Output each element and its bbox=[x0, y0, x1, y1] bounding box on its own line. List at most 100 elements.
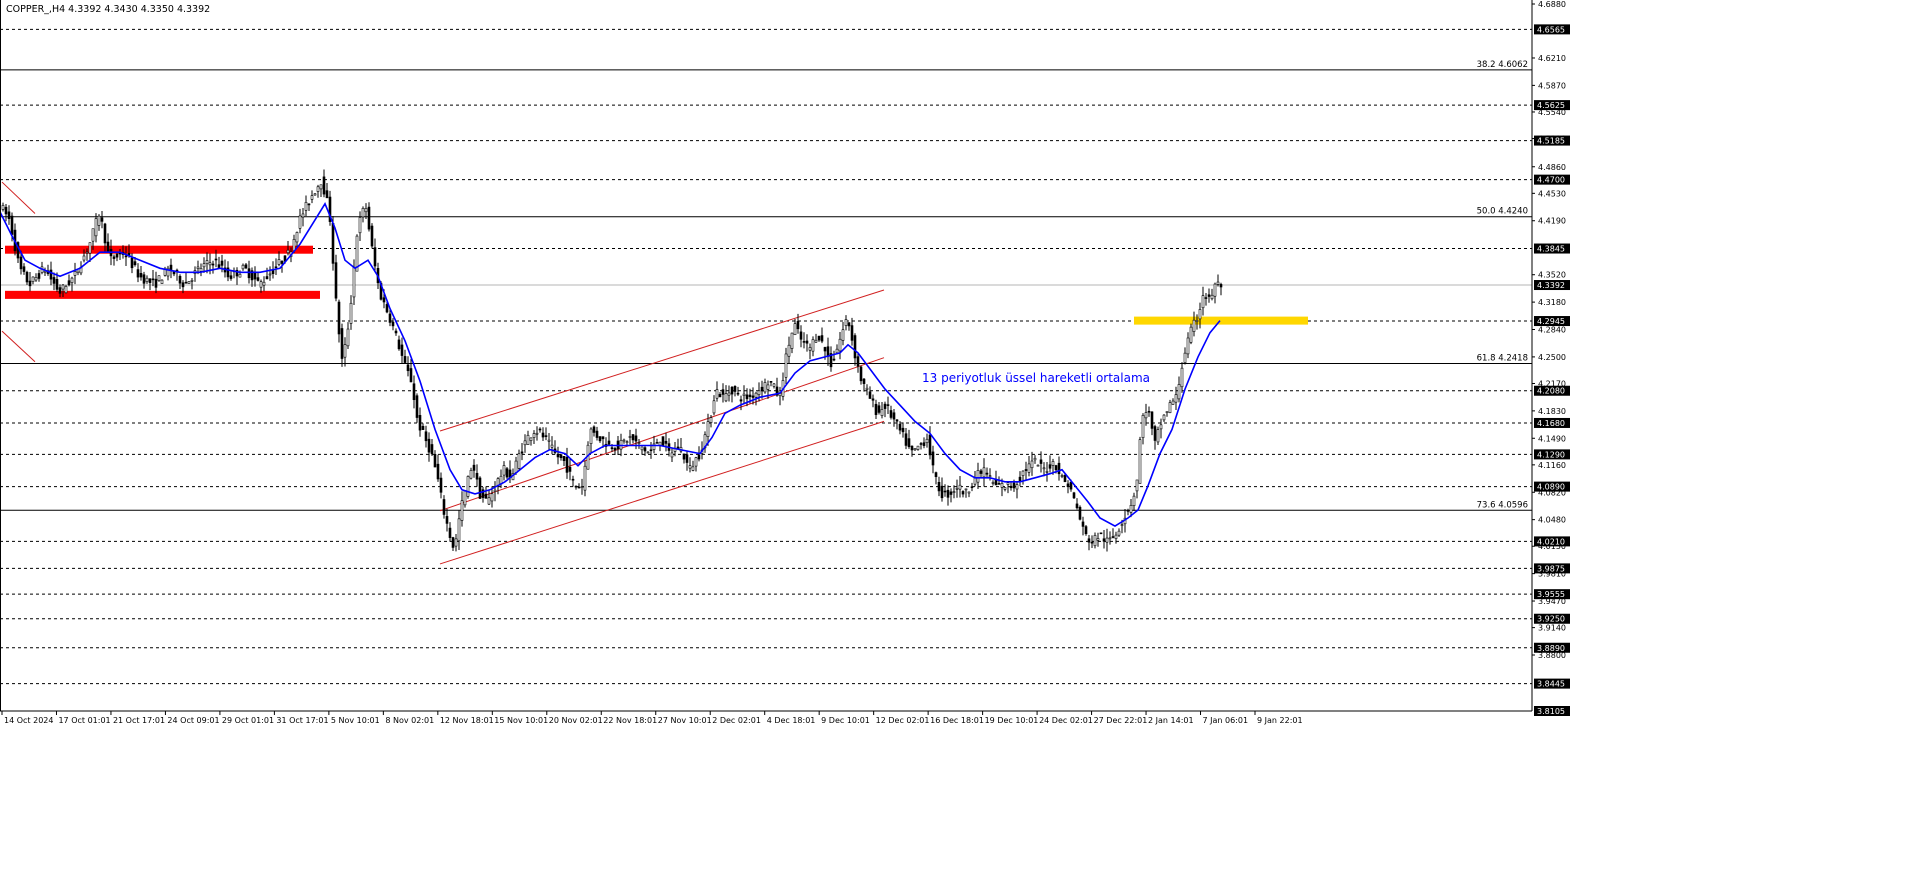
level-tag-text: 3.8105 bbox=[1537, 707, 1565, 716]
candle-body bbox=[1024, 469, 1028, 471]
candle-body bbox=[457, 518, 461, 542]
candle-body bbox=[979, 470, 983, 474]
candle-body bbox=[895, 419, 899, 422]
time-tick-label: 29 Oct 01:01 bbox=[222, 716, 274, 725]
price-tick-label: 4.1830 bbox=[1538, 407, 1566, 416]
candle-body bbox=[337, 301, 341, 335]
candle-body bbox=[784, 353, 788, 378]
time-tick-label: 8 Nov 02:01 bbox=[385, 716, 434, 725]
candle-body bbox=[1, 205, 5, 210]
candle-body bbox=[433, 454, 437, 468]
candle-body bbox=[436, 463, 440, 480]
candle-body bbox=[682, 453, 686, 460]
candle-body bbox=[739, 399, 743, 402]
candle-body bbox=[151, 278, 155, 281]
candle-body bbox=[361, 208, 365, 218]
candle-body bbox=[295, 232, 299, 243]
candle-body bbox=[319, 184, 323, 190]
candle-body bbox=[1120, 524, 1124, 526]
candle-body bbox=[34, 277, 38, 281]
candle-body bbox=[790, 332, 794, 349]
candle-body bbox=[727, 392, 731, 396]
zone-rect bbox=[5, 245, 313, 254]
candle-body bbox=[715, 389, 719, 399]
candle-body bbox=[259, 281, 263, 288]
candle-body bbox=[733, 386, 737, 392]
time-tick-label: 27 Nov 10:01 bbox=[658, 716, 712, 725]
candle-body bbox=[502, 465, 506, 476]
candle-body bbox=[94, 218, 98, 237]
candle-body bbox=[31, 276, 35, 282]
candle-body bbox=[427, 438, 431, 453]
chart-canvas[interactable]: 38.2 4.6062 50.0 4.4240 61.8 4.2418 73.6 4.… bbox=[0, 0, 1916, 888]
candle-body bbox=[568, 466, 572, 472]
candle-body bbox=[1159, 424, 1163, 430]
level-tag-text: 4.1680 bbox=[1537, 419, 1565, 428]
candle-body bbox=[949, 491, 953, 495]
level-tag-text: 4.2080 bbox=[1537, 387, 1565, 396]
candle-body bbox=[478, 477, 482, 499]
candle-body bbox=[370, 225, 374, 247]
candle-body bbox=[211, 263, 215, 266]
candle-body bbox=[793, 323, 797, 336]
candle-body bbox=[274, 266, 278, 269]
candle-body bbox=[688, 465, 692, 469]
time-tick-label: 9 Dec 10:01 bbox=[821, 716, 870, 725]
candle-body bbox=[220, 260, 224, 266]
candle-body bbox=[961, 491, 965, 495]
candle-body bbox=[4, 206, 8, 215]
candle-body bbox=[685, 454, 689, 463]
candle-body bbox=[799, 331, 803, 340]
candle-body bbox=[517, 453, 521, 469]
candle-body bbox=[367, 206, 371, 230]
candle-body bbox=[28, 280, 32, 287]
candle-body bbox=[1126, 510, 1130, 512]
candle-body bbox=[787, 344, 791, 357]
chart-background bbox=[0, 0, 1916, 888]
candle-body bbox=[817, 335, 821, 341]
candle-body bbox=[1027, 463, 1031, 473]
candle-body bbox=[610, 447, 614, 450]
candle-body bbox=[1102, 538, 1106, 542]
time-tick-label: 16 Dec 18:01 bbox=[930, 716, 984, 725]
price-chart[interactable]: 38.2 4.6062 50.0 4.4240 61.8 4.2418 73.6 4.… bbox=[0, 0, 1916, 888]
price-tick-label: 4.2500 bbox=[1538, 353, 1566, 362]
candle-body bbox=[1075, 503, 1079, 509]
time-tick-label: 19 Dec 10:01 bbox=[985, 716, 1039, 725]
candle-body bbox=[1192, 319, 1196, 332]
level-tag-text: 4.3845 bbox=[1537, 245, 1565, 254]
candle-body bbox=[1153, 426, 1157, 441]
candle-body bbox=[277, 259, 281, 265]
candle-body bbox=[112, 256, 116, 259]
candle-body bbox=[547, 439, 551, 442]
candle-body bbox=[406, 364, 410, 372]
candle-body bbox=[385, 304, 389, 313]
candle-body bbox=[322, 176, 326, 195]
candle-body bbox=[10, 215, 14, 235]
candle-body bbox=[184, 281, 188, 284]
price-tick-label: 4.6210 bbox=[1538, 54, 1566, 63]
candle-body bbox=[637, 442, 641, 444]
candle-body bbox=[718, 394, 722, 398]
level-tag-text: 4.1290 bbox=[1537, 450, 1565, 459]
candle-body bbox=[541, 432, 545, 438]
time-tick-label: 14 Oct 2024 bbox=[4, 716, 53, 725]
candle-body bbox=[814, 339, 818, 343]
candle-body bbox=[1117, 530, 1121, 536]
candle-body bbox=[466, 476, 470, 497]
candle-body bbox=[997, 483, 1001, 485]
level-tag-text: 3.8890 bbox=[1537, 644, 1565, 653]
candle-body bbox=[1051, 461, 1055, 466]
candle-body bbox=[22, 266, 26, 272]
candle-body bbox=[1033, 457, 1037, 461]
time-tick-label: 2 Dec 02:01 bbox=[712, 716, 761, 725]
candle-body bbox=[736, 392, 740, 395]
price-tick-label: 4.6880 bbox=[1538, 0, 1566, 9]
candle-body bbox=[460, 500, 464, 521]
candle-body bbox=[373, 247, 377, 267]
candle-body bbox=[856, 356, 860, 367]
candle-body bbox=[160, 279, 164, 284]
level-tag-text: 3.9875 bbox=[1537, 564, 1565, 573]
candle-body bbox=[229, 275, 233, 279]
candle-body bbox=[913, 448, 917, 451]
